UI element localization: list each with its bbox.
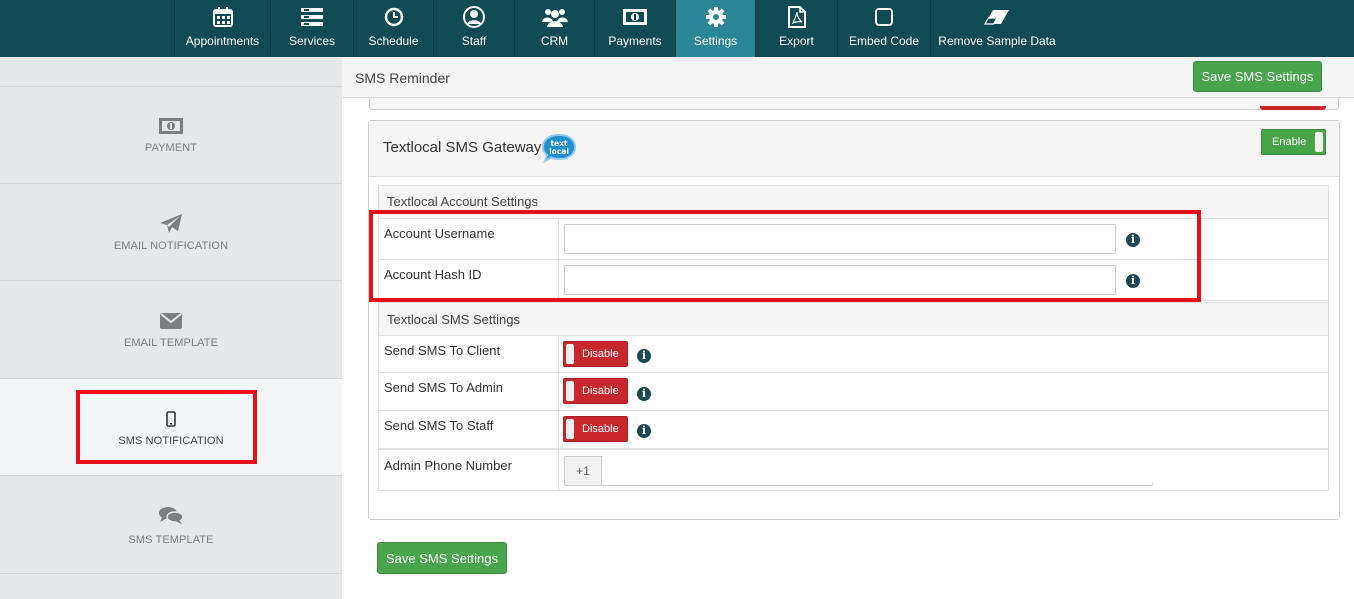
sidebar-item-sms-template[interactable]: SMS TEMPLATE [0, 476, 342, 574]
previous-panel-edge [369, 98, 1339, 110]
settings-sidebar: PAYMENT EMAIL NOTIFICATION EMAIL TEMPLAT… [0, 57, 342, 599]
sidebar-item-label: EMAIL NOTIFICATION [113, 240, 229, 252]
send-admin-toggle[interactable]: Disable [563, 378, 628, 404]
nav-schedule[interactable]: Schedule [354, 0, 434, 57]
money-icon [0, 118, 342, 134]
info-icon[interactable]: i [637, 424, 651, 438]
admin-phone-label: Admin Phone Number [384, 458, 512, 473]
hash-row: Account Hash ID i [379, 260, 1328, 301]
send-client-label: Send SMS To Client [384, 343, 501, 358]
sidebar-item-sms-notification[interactable]: SMS NOTIFICATION [0, 379, 342, 476]
svg-text:local: local [549, 147, 569, 156]
admin-phone-row: Admin Phone Number +1 [379, 449, 1328, 490]
account-hash-id-input[interactable] [564, 265, 1116, 295]
pdf-icon [756, 6, 837, 28]
toggle-label: Disable [582, 385, 619, 397]
username-row: Account Username i [379, 219, 1328, 260]
sidebar-item-email-template[interactable]: EMAIL TEMPLATE [0, 281, 342, 379]
nav-label: Services [288, 34, 335, 48]
info-icon[interactable]: i [637, 387, 651, 401]
sidebar-item-label: EMAIL TEMPLATE [123, 337, 219, 349]
nav-label: Settings [693, 34, 738, 48]
nav-label: Staff [461, 34, 487, 48]
toggle-knob [566, 344, 574, 364]
eraser-icon [931, 6, 1063, 28]
nav-staff[interactable]: Staff [434, 0, 515, 57]
sidebar-item-label: SMS TEMPLATE [128, 534, 214, 546]
sidebar-item-email-notification[interactable]: EMAIL NOTIFICATION [0, 184, 342, 281]
send-staff-toggle[interactable]: Disable [563, 416, 628, 442]
nav-crm[interactable]: CRM [515, 0, 595, 57]
send-staff-row: Send SMS To Staff Disable i [379, 411, 1328, 449]
calendar-icon [175, 6, 270, 28]
toggle-label: Disable [582, 348, 619, 360]
info-icon[interactable]: i [1126, 274, 1140, 288]
save-sms-settings-button-top[interactable]: Save SMS Settings [1193, 61, 1322, 92]
info-icon[interactable]: i [637, 349, 651, 363]
envelope-icon [0, 313, 342, 329]
nav-label: Remove Sample Data [938, 34, 1056, 48]
mobile-icon [0, 411, 342, 427]
sms-settings-section: Textlocal SMS Settings [379, 302, 1328, 336]
nav-services[interactable]: Services [271, 0, 354, 57]
users-icon [515, 6, 594, 28]
sidebar-item-payment[interactable]: PAYMENT [0, 86, 342, 184]
nav-export[interactable]: Export [756, 0, 838, 57]
account-username-input[interactable] [564, 224, 1116, 254]
sidebar-item-label: SMS NOTIFICATION [118, 435, 224, 447]
settings-table: Textlocal Account Settings Account Usern… [378, 185, 1329, 491]
sidebar-item-label: PAYMENT [144, 142, 198, 154]
save-sms-settings-button-bottom[interactable]: Save SMS Settings [377, 542, 507, 574]
nav-label: CRM [540, 34, 569, 48]
toggle-label: Disable [582, 423, 619, 435]
money-icon [595, 6, 675, 28]
toggle-knob [566, 419, 574, 439]
nav-label: Export [779, 34, 814, 48]
list-icon [271, 6, 353, 28]
panel-header: Textlocal SMS Gateway text local Enable [369, 121, 1339, 177]
toggle-label: Enable [1272, 136, 1307, 148]
user-icon [434, 6, 514, 28]
previous-toggle-edge [1260, 106, 1326, 110]
page-header: SMS Reminder Save SMS Settings [342, 57, 1354, 98]
hash-label: Account Hash ID [384, 267, 482, 282]
info-icon[interactable]: i [1126, 233, 1140, 247]
gateway-enable-toggle[interactable]: Enable [1261, 129, 1326, 155]
page-title: SMS Reminder [355, 70, 450, 86]
nav-appointments[interactable]: Appointments [174, 0, 271, 57]
toggle-knob [1315, 132, 1323, 152]
nav-label: Schedule [368, 34, 419, 48]
toggle-knob [566, 381, 574, 401]
send-client-toggle[interactable]: Disable [563, 341, 628, 367]
nav-embed-code[interactable]: Embed Code [838, 0, 931, 57]
square-icon [838, 6, 930, 28]
clock-icon [354, 6, 433, 28]
send-admin-label: Send SMS To Admin [384, 380, 503, 395]
paper-plane-icon [0, 214, 342, 234]
send-staff-label: Send SMS To Staff [384, 418, 494, 433]
account-settings-section: Textlocal Account Settings [379, 186, 1328, 219]
username-label: Account Username [384, 226, 495, 241]
nav-label: Embed Code [848, 34, 920, 48]
nav-settings[interactable]: Settings [676, 0, 756, 57]
admin-phone-input[interactable] [602, 456, 1153, 484]
textlocal-logo: text local [541, 133, 577, 166]
gear-icon [676, 6, 755, 28]
admin-phone-group: +1 [564, 456, 1153, 486]
nav-remove-sample-data[interactable]: Remove Sample Data [931, 0, 1063, 57]
comments-icon [0, 506, 342, 524]
nav-label: Appointments [185, 34, 260, 48]
section-title: Textlocal Account Settings [387, 194, 539, 209]
send-client-row: Send SMS To Client Disable i [379, 336, 1328, 373]
section-title: Textlocal SMS Settings [387, 312, 520, 327]
nav-payments[interactable]: Payments [595, 0, 676, 57]
nav-label: Payments [608, 34, 662, 48]
top-navigation: Appointments Services Schedule Staff CRM… [0, 0, 1354, 57]
country-code-prefix: +1 [565, 457, 602, 485]
send-admin-row: Send SMS To Admin Disable i [379, 373, 1328, 411]
gateway-title: Textlocal SMS Gateway [383, 139, 542, 156]
